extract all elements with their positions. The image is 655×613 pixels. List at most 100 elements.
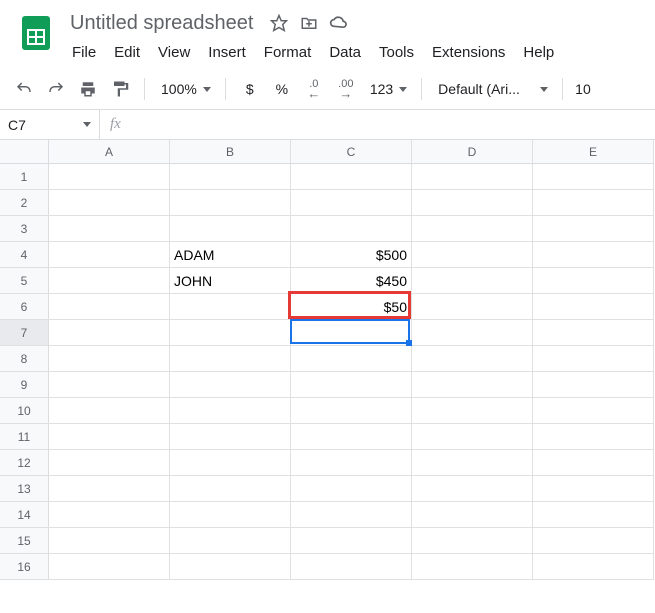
- cell-B4[interactable]: ADAM: [170, 242, 291, 268]
- paint-format-button[interactable]: [106, 75, 134, 103]
- cell-B11[interactable]: [170, 424, 291, 450]
- cell-D2[interactable]: [412, 190, 533, 216]
- cell-E8[interactable]: [533, 346, 654, 372]
- cell-D6[interactable]: [412, 294, 533, 320]
- star-icon[interactable]: [269, 13, 289, 33]
- cell-D3[interactable]: [412, 216, 533, 242]
- cell-E5[interactable]: [533, 268, 654, 294]
- cell-D13[interactable]: [412, 476, 533, 502]
- column-header-B[interactable]: B: [170, 140, 291, 164]
- cell-A15[interactable]: [49, 528, 170, 554]
- cell-A13[interactable]: [49, 476, 170, 502]
- cell-C15[interactable]: [291, 528, 412, 554]
- menu-insert[interactable]: Insert: [200, 40, 254, 65]
- increase-decimal-button[interactable]: .00→: [332, 75, 360, 103]
- cell-E13[interactable]: [533, 476, 654, 502]
- menu-file[interactable]: File: [64, 40, 104, 65]
- cell-A7[interactable]: [49, 320, 170, 346]
- row-header-13[interactable]: 13: [0, 476, 49, 502]
- column-header-A[interactable]: A: [49, 140, 170, 164]
- cell-C13[interactable]: [291, 476, 412, 502]
- row-header-3[interactable]: 3: [0, 216, 49, 242]
- cell-A3[interactable]: [49, 216, 170, 242]
- cell-C2[interactable]: [291, 190, 412, 216]
- row-header-1[interactable]: 1: [0, 164, 49, 190]
- document-title[interactable]: Untitled spreadsheet: [64, 10, 259, 37]
- font-dropdown[interactable]: Default (Ari...: [432, 75, 552, 103]
- row-header-12[interactable]: 12: [0, 450, 49, 476]
- cell-A10[interactable]: [49, 398, 170, 424]
- cell-D12[interactable]: [412, 450, 533, 476]
- cell-D1[interactable]: [412, 164, 533, 190]
- cell-C1[interactable]: [291, 164, 412, 190]
- menu-view[interactable]: View: [150, 40, 198, 65]
- cell-B1[interactable]: [170, 164, 291, 190]
- font-size-value[interactable]: 10: [573, 81, 593, 97]
- cell-E10[interactable]: [533, 398, 654, 424]
- row-header-7[interactable]: 7: [0, 320, 49, 346]
- cell-C11[interactable]: [291, 424, 412, 450]
- menu-extensions[interactable]: Extensions: [424, 40, 513, 65]
- row-header-2[interactable]: 2: [0, 190, 49, 216]
- cell-E16[interactable]: [533, 554, 654, 580]
- cell-D9[interactable]: [412, 372, 533, 398]
- menu-edit[interactable]: Edit: [106, 40, 148, 65]
- cell-C3[interactable]: [291, 216, 412, 242]
- cell-B10[interactable]: [170, 398, 291, 424]
- cell-E9[interactable]: [533, 372, 654, 398]
- cell-C14[interactable]: [291, 502, 412, 528]
- row-header-14[interactable]: 14: [0, 502, 49, 528]
- cell-D7[interactable]: [412, 320, 533, 346]
- cell-B9[interactable]: [170, 372, 291, 398]
- cell-B14[interactable]: [170, 502, 291, 528]
- cell-A8[interactable]: [49, 346, 170, 372]
- menu-format[interactable]: Format: [256, 40, 320, 65]
- cell-A2[interactable]: [49, 190, 170, 216]
- cell-A1[interactable]: [49, 164, 170, 190]
- cell-D4[interactable]: [412, 242, 533, 268]
- row-header-15[interactable]: 15: [0, 528, 49, 554]
- row-header-10[interactable]: 10: [0, 398, 49, 424]
- cell-D8[interactable]: [412, 346, 533, 372]
- cell-D15[interactable]: [412, 528, 533, 554]
- column-header-D[interactable]: D: [412, 140, 533, 164]
- cell-A16[interactable]: [49, 554, 170, 580]
- cell-C8[interactable]: [291, 346, 412, 372]
- column-header-E[interactable]: E: [533, 140, 654, 164]
- cell-B8[interactable]: [170, 346, 291, 372]
- cell-C5[interactable]: $450: [291, 268, 412, 294]
- cell-B7[interactable]: [170, 320, 291, 346]
- cell-B5[interactable]: JOHN: [170, 268, 291, 294]
- cell-A4[interactable]: [49, 242, 170, 268]
- cell-C16[interactable]: [291, 554, 412, 580]
- print-button[interactable]: [74, 75, 102, 103]
- cell-A12[interactable]: [49, 450, 170, 476]
- percent-format-button[interactable]: %: [268, 75, 296, 103]
- menu-tools[interactable]: Tools: [371, 40, 422, 65]
- cell-D5[interactable]: [412, 268, 533, 294]
- redo-button[interactable]: [42, 75, 70, 103]
- cell-E2[interactable]: [533, 190, 654, 216]
- cell-A14[interactable]: [49, 502, 170, 528]
- row-header-9[interactable]: 9: [0, 372, 49, 398]
- cell-B12[interactable]: [170, 450, 291, 476]
- cell-B2[interactable]: [170, 190, 291, 216]
- cell-E14[interactable]: [533, 502, 654, 528]
- select-all-corner[interactable]: [0, 140, 49, 164]
- cell-E6[interactable]: [533, 294, 654, 320]
- cell-E7[interactable]: [533, 320, 654, 346]
- cell-D10[interactable]: [412, 398, 533, 424]
- undo-button[interactable]: [10, 75, 38, 103]
- row-header-16[interactable]: 16: [0, 554, 49, 580]
- cell-B15[interactable]: [170, 528, 291, 554]
- cell-E1[interactable]: [533, 164, 654, 190]
- cell-A6[interactable]: [49, 294, 170, 320]
- cell-C12[interactable]: [291, 450, 412, 476]
- cell-E15[interactable]: [533, 528, 654, 554]
- cell-D16[interactable]: [412, 554, 533, 580]
- more-formats-dropdown[interactable]: 123: [364, 75, 411, 103]
- cell-B6[interactable]: [170, 294, 291, 320]
- cell-E11[interactable]: [533, 424, 654, 450]
- cell-E4[interactable]: [533, 242, 654, 268]
- row-header-6[interactable]: 6: [0, 294, 49, 320]
